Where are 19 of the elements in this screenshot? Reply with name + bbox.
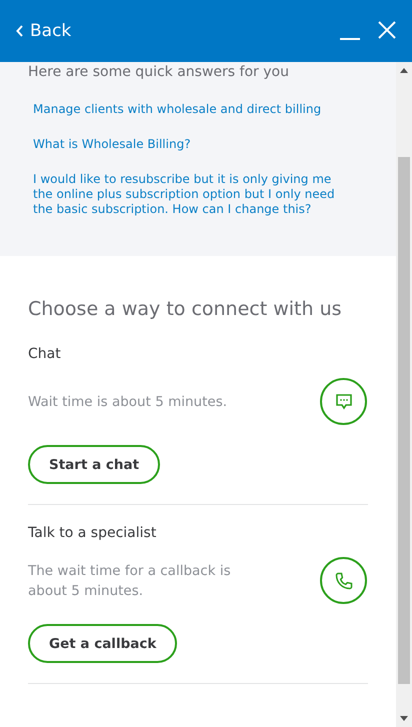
scroll-down-icon[interactable] — [400, 716, 408, 721]
option-description: Wait time is about 5 minutes. — [28, 392, 228, 412]
scrollbar-thumb[interactable] — [398, 157, 410, 684]
answer-link[interactable]: What is Wholesale Billing? — [33, 137, 353, 152]
option-description: The wait time for a callback is about 5 minutes. — [28, 562, 232, 600]
chevron-left-icon — [16, 25, 24, 37]
option-button[interactable]: Get a callback — [28, 624, 178, 663]
scrollbar[interactable] — [396, 62, 412, 727]
section-title: Choose a way to connect with us — [28, 298, 343, 320]
answer-link[interactable]: I would like to resubscribe but it is only giving me the online plus subscription option but I only need the basic subscription. How can I change this? — [33, 172, 353, 217]
chat-bubble-icon — [320, 378, 367, 425]
phone-icon — [320, 557, 367, 604]
option-title: Talk to a specialist — [28, 525, 158, 541]
scroll-up-icon[interactable] — [400, 68, 408, 73]
section-title: Here are some quick answers for you — [28, 64, 290, 80]
answer-link[interactable]: Manage clients with wholesale and direct billing — [33, 102, 353, 117]
option-button[interactable]: Start a chat — [28, 445, 160, 484]
option-title: Chat — [28, 346, 62, 362]
back-button[interactable]: Back — [16, 21, 72, 41]
